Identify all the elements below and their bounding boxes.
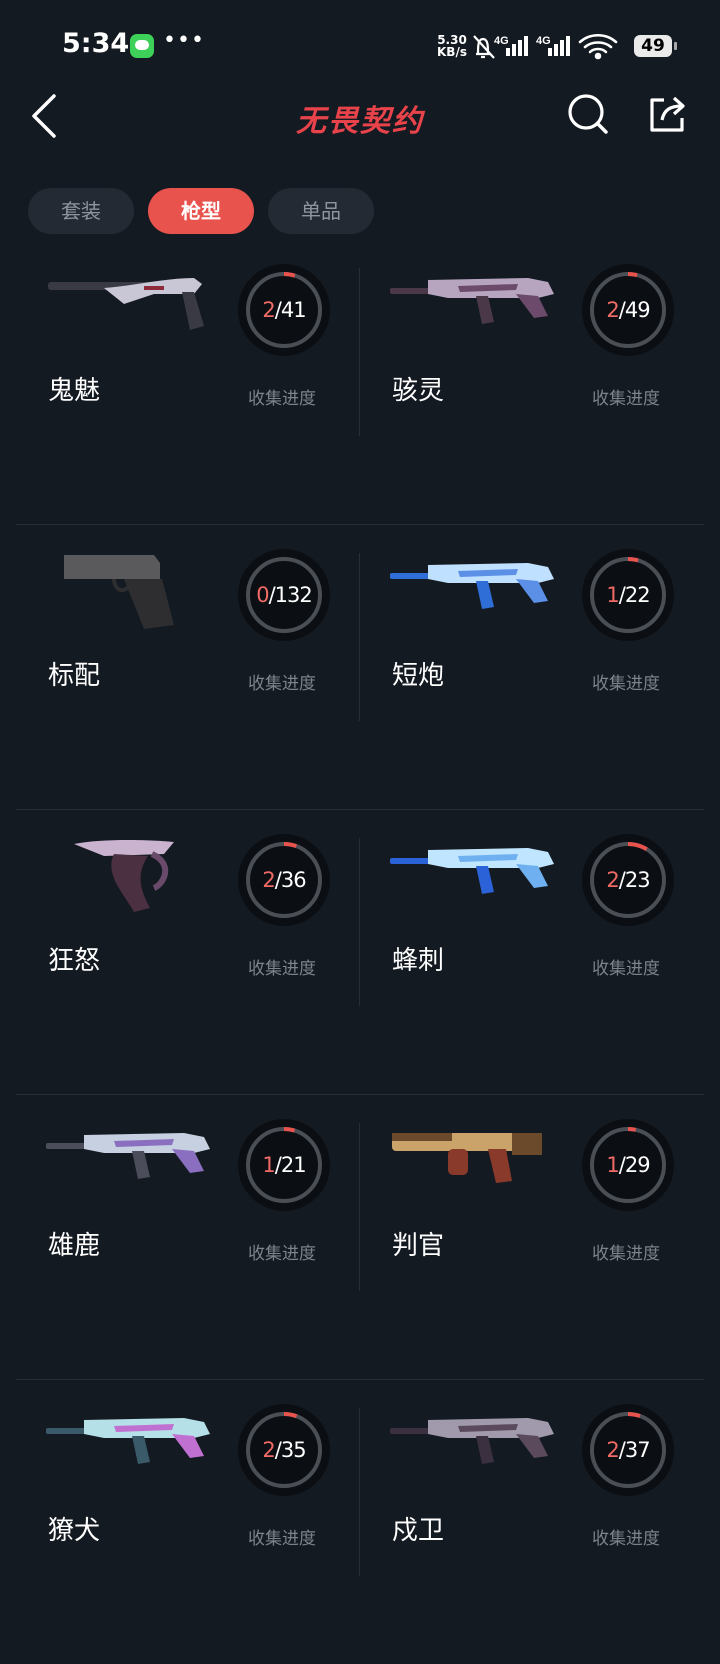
owned-count: 2 — [606, 298, 619, 322]
weapon-image — [392, 1133, 542, 1183]
total-count: 41 — [280, 298, 307, 322]
weapon-name: 雄鹿 — [48, 1231, 101, 1261]
total-count: 132 — [274, 583, 313, 607]
category-tabs: 套装 枪型 单品 — [28, 188, 374, 234]
progress-count: 2/23 — [582, 834, 674, 926]
owned-count: 2 — [606, 1438, 619, 1462]
network-speed: 5.30 KB/s — [437, 33, 467, 59]
weapon-name: 狂怒 — [48, 946, 101, 976]
weapon-card[interactable]: 獠犬 2/35 收集进度 — [16, 1380, 360, 1664]
total-count: 49 — [624, 298, 651, 322]
progress-count: 2/35 — [238, 1404, 330, 1496]
progress-label: 收集进度 — [248, 674, 316, 694]
weapon-card[interactable]: 鬼魅 2/41 收集进度 — [16, 240, 360, 524]
signal-icon — [506, 36, 528, 56]
weapon-image — [390, 1418, 554, 1464]
weapon-image — [74, 840, 174, 912]
weapon-image — [46, 1133, 210, 1179]
total-count: 37 — [624, 1438, 651, 1462]
status-bar: 5:34 ••• 5.30 KB/s 4G 4G 49 — [0, 0, 720, 92]
total-count: 22 — [624, 583, 651, 607]
progress-label: 收集进度 — [592, 674, 660, 694]
weapon-card[interactable]: 雄鹿 1/21 收集进度 — [16, 1095, 360, 1379]
search-icon[interactable] — [566, 92, 610, 136]
owned-count: 1 — [606, 583, 619, 607]
weapon-card[interactable]: 骇灵 2/49 收集进度 — [360, 240, 704, 524]
grid-row: 雄鹿 1/21 收集进度 判官 1/29 收集进度 — [16, 1095, 704, 1380]
total-count: 35 — [280, 1438, 307, 1462]
owned-count: 0 — [256, 583, 269, 607]
total-count: 21 — [280, 1153, 307, 1177]
owned-count: 2 — [262, 868, 275, 892]
status-icons: 4G 4G — [473, 33, 618, 60]
progress-label: 收集进度 — [592, 1244, 660, 1264]
grid-row: 鬼魅 2/41 收集进度 骇灵 2/49 收集进度 — [16, 240, 704, 525]
status-time: 5:34 — [62, 28, 130, 59]
weapon-card[interactable]: 蜂刺 2/23 收集进度 — [360, 810, 704, 1094]
progress-label: 收集进度 — [592, 1529, 660, 1549]
progress-count: 1/22 — [582, 549, 674, 641]
weapon-card[interactable]: 狂怒 2/36 收集进度 — [16, 810, 360, 1094]
owned-count: 2 — [606, 868, 619, 892]
wifi-icon — [578, 33, 618, 60]
weapon-image — [48, 278, 204, 330]
grid-row: 獠犬 2/35 收集进度 戍卫 2/37 收集进度 — [16, 1380, 704, 1664]
owned-count: 2 — [262, 1438, 275, 1462]
weapon-name: 鬼魅 — [48, 376, 101, 406]
weapon-card[interactable]: 标配 0/132 收集进度 — [16, 525, 360, 809]
weapon-image — [46, 1418, 210, 1464]
progress-label: 收集进度 — [592, 389, 660, 409]
svg-text:4G: 4G — [494, 35, 509, 47]
weapon-name: 标配 — [48, 661, 101, 691]
progress-count: 1/21 — [238, 1119, 330, 1211]
tab-items[interactable]: 单品 — [268, 188, 374, 234]
progress-count: 2/41 — [238, 264, 330, 356]
share-icon[interactable] — [646, 92, 690, 136]
weapon-name: 蜂刺 — [392, 946, 445, 976]
weapon-grid: 鬼魅 2/41 收集进度 骇灵 2/49 收集进度 标配 0/132 收集进度 短炮 1/22… — [16, 240, 704, 1664]
weapon-name: 短炮 — [392, 661, 445, 691]
progress-count: 2/49 — [582, 264, 674, 356]
progress-label: 收集进度 — [248, 959, 316, 979]
signal-icon — [548, 36, 570, 56]
more-icon: ••• — [163, 28, 205, 53]
app-header: 无畏契约 — [0, 92, 720, 176]
tab-gun-types[interactable]: 枪型 — [148, 188, 254, 234]
progress-label: 收集进度 — [592, 959, 660, 979]
progress-count: 1/29 — [582, 1119, 674, 1211]
owned-count: 1 — [606, 1153, 619, 1177]
svg-text:4G: 4G — [536, 35, 551, 47]
weapon-image — [390, 848, 554, 894]
progress-label: 收集进度 — [248, 389, 316, 409]
page-title: 无畏契约 — [296, 104, 424, 139]
weapon-image — [390, 278, 554, 324]
mute-bell-icon — [473, 35, 495, 59]
weapon-card[interactable]: 戍卫 2/37 收集进度 — [360, 1380, 704, 1664]
total-count: 36 — [280, 868, 307, 892]
battery-icon: 49 — [634, 35, 677, 57]
weapon-card[interactable]: 判官 1/29 收集进度 — [360, 1095, 704, 1379]
weapon-image — [390, 563, 554, 609]
progress-count: 2/37 — [582, 1404, 674, 1496]
progress-label: 收集进度 — [248, 1529, 316, 1549]
owned-count: 1 — [262, 1153, 275, 1177]
weapon-image — [64, 555, 174, 629]
message-icon — [130, 34, 154, 58]
progress-count: 2/36 — [238, 834, 330, 926]
owned-count: 2 — [262, 298, 275, 322]
total-count: 29 — [624, 1153, 651, 1177]
weapon-name: 判官 — [392, 1231, 445, 1261]
weapon-name: 骇灵 — [392, 376, 445, 406]
progress-count: 0/132 — [238, 549, 330, 641]
total-count: 23 — [624, 868, 651, 892]
weapon-card[interactable]: 短炮 1/22 收集进度 — [360, 525, 704, 809]
weapon-name: 獠犬 — [48, 1516, 101, 1546]
grid-row: 狂怒 2/36 收集进度 蜂刺 2/23 收集进度 — [16, 810, 704, 1095]
grid-row: 标配 0/132 收集进度 短炮 1/22 收集进度 — [16, 525, 704, 810]
progress-label: 收集进度 — [248, 1244, 316, 1264]
weapon-name: 戍卫 — [392, 1516, 445, 1546]
tab-suits[interactable]: 套装 — [28, 188, 134, 234]
